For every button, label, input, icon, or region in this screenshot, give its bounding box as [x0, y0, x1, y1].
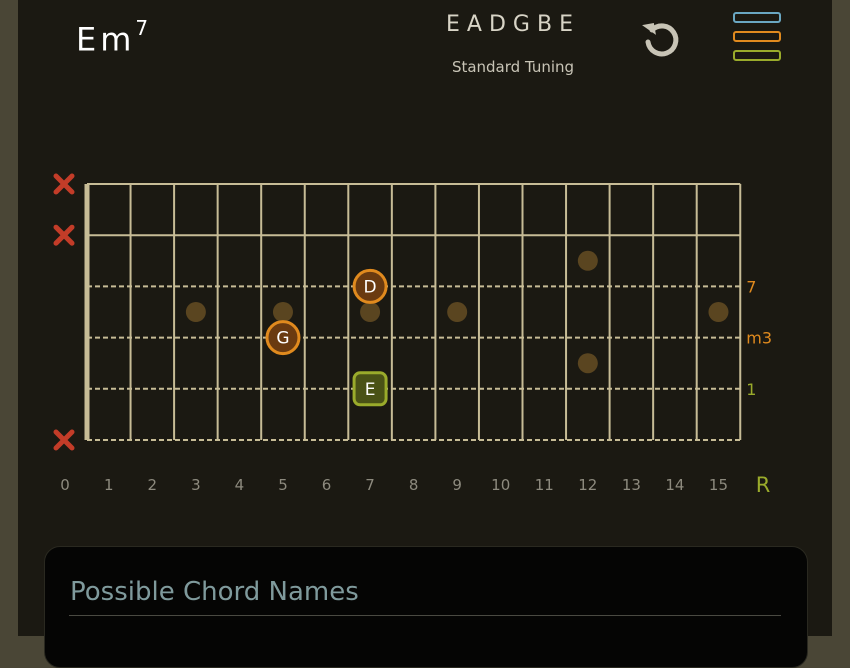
- fret-inlay-dot: [577, 250, 598, 271]
- fret-number: 15: [709, 476, 728, 494]
- fret-number: 0: [60, 476, 70, 494]
- fret-number: 2: [148, 476, 158, 494]
- note-label: D: [364, 277, 377, 297]
- muted-string-icon: [53, 224, 75, 246]
- fret-number: 13: [622, 476, 641, 494]
- interval-label: 7: [746, 277, 756, 296]
- fret-number: 5: [278, 476, 288, 494]
- fret-number: 4: [235, 476, 245, 494]
- panel-title: Possible Chord Names: [70, 577, 359, 607]
- fret-number: 9: [452, 476, 462, 494]
- fret-number: 11: [535, 476, 554, 494]
- fret-number: 8: [409, 476, 419, 494]
- fret-inlay-dot: [447, 302, 468, 322]
- fret-inlay-dot: [272, 302, 293, 322]
- fret-inlay-dot: [360, 302, 381, 322]
- note-label: G: [276, 329, 289, 349]
- fret-inlay-dot: [708, 302, 729, 322]
- chord-names-panel: Possible Chord Names: [44, 546, 808, 668]
- root-marker: R: [756, 473, 771, 497]
- app-screen: Em7 EADGBE Standard Tuning D 7 Gm3 E 1 0 1 2 3 4 5…: [18, 0, 832, 668]
- panel-divider: [69, 615, 781, 616]
- fret-number: 6: [322, 476, 332, 494]
- fret-number: 12: [578, 476, 597, 494]
- fretboard[interactable]: D 7G m3E 10 1 2 3 4 5 6 7 8 9 10 11 12 13 14 15 R: [18, 0, 832, 510]
- note-label: E: [365, 380, 376, 400]
- interval-label: m3: [746, 329, 772, 348]
- muted-string-icon: [53, 173, 75, 195]
- fret-inlay-dot: [577, 353, 598, 374]
- fret-number: 3: [191, 476, 201, 494]
- fret-number: 10: [491, 476, 510, 494]
- fret-number: 14: [665, 476, 684, 494]
- fret-number: 1: [104, 476, 114, 494]
- fret-number: 7: [365, 476, 375, 494]
- interval-label: 1: [746, 380, 756, 399]
- muted-string-icon: [53, 429, 75, 451]
- fret-inlay-dot: [185, 302, 206, 322]
